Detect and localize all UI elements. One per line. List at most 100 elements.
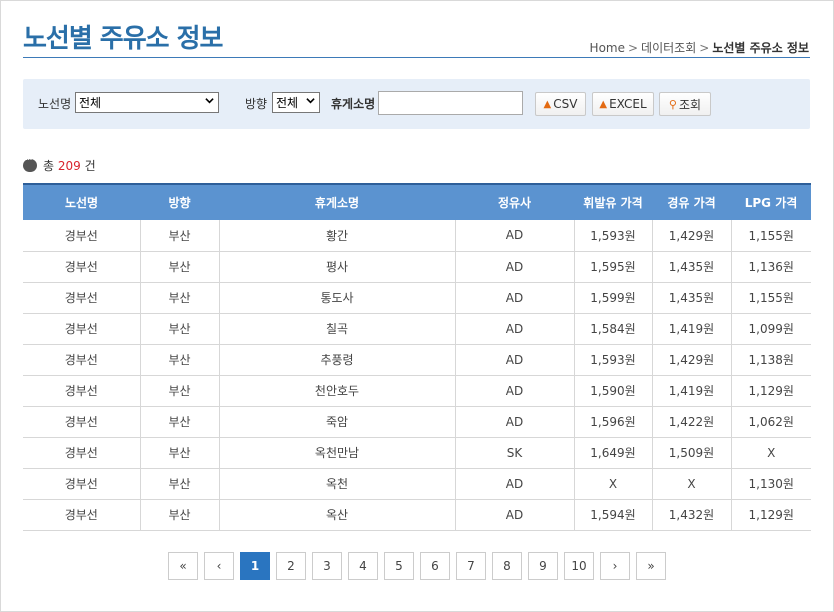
chevron-right-icon: > [699, 41, 710, 55]
column-header: 노선명 [23, 183, 140, 220]
table-cell: 1,429원 [652, 220, 732, 252]
page-button-3[interactable]: 3 [312, 552, 342, 580]
table-cell: 황간 [219, 220, 456, 252]
table-cell: AD [455, 499, 575, 531]
page-button-7[interactable]: 7 [456, 552, 486, 580]
table-cell: 1,593원 [574, 220, 653, 252]
last-page-button[interactable]: » [636, 552, 666, 580]
table-cell: 부산 [140, 437, 220, 469]
search-button[interactable]: ⚲ 조회 [659, 92, 711, 116]
table-cell: 1,062원 [731, 406, 811, 438]
breadcrumb-home[interactable]: Home [590, 41, 625, 55]
table-cell: 옥천 [219, 468, 456, 500]
page-button-8[interactable]: 8 [492, 552, 522, 580]
table-cell: 천안호두 [219, 375, 456, 407]
column-header: LPG 가격 [731, 183, 811, 220]
table-cell: 부산 [140, 220, 220, 252]
table-row: 경부선 부산 천안호두 AD 1,590원 1,419원 1,129원 [23, 375, 811, 407]
table-cell: 1,422원 [652, 406, 732, 438]
table-cell: 부산 [140, 251, 220, 283]
table-cell: 1,584원 [574, 313, 653, 345]
page-button-1[interactable]: 1 [240, 552, 270, 580]
gas-station-table: 노선명 방향 휴게소명 정유사 휘발유 가격 경유 가격 LPG 가격 경부선 부산 황간 AD 1… [23, 183, 811, 531]
table-cell: 옥천만남 [219, 437, 456, 469]
table-cell: 경부선 [23, 499, 141, 531]
table-cell: SK [455, 437, 575, 469]
search-panel: 노선명 전체 방향 전체 휴게소명 ▲ CSV ▲ EXCEL ⚲ 조회 [23, 79, 810, 129]
table-cell: AD [455, 344, 575, 376]
column-header: 방향 [140, 183, 219, 220]
table-cell: 1,593원 [574, 344, 653, 376]
table-cell: 1,138원 [731, 344, 811, 376]
table-cell: 경부선 [23, 313, 141, 345]
direction-select[interactable]: 전체 [272, 92, 320, 113]
table-cell: AD [455, 251, 575, 283]
table-cell: 1,594원 [574, 499, 653, 531]
table-row: 경부선 부산 옥산 AD 1,594원 1,432원 1,129원 [23, 499, 811, 531]
table-cell: 부산 [140, 406, 220, 438]
table-cell: X [574, 468, 653, 500]
table-cell: 1,590원 [574, 375, 653, 407]
page-button-4[interactable]: 4 [348, 552, 378, 580]
table-cell: AD [455, 468, 575, 500]
table-row: 경부선 부산 평사 AD 1,595원 1,435원 1,136원 [23, 251, 811, 283]
table-cell: 1,155원 [731, 282, 811, 314]
table-body: 경부선 부산 황간 AD 1,593원 1,429원 1,155원 경부선 부산 평사 AD 1,59… [23, 220, 811, 531]
page-button-2[interactable]: 2 [276, 552, 306, 580]
table-cell: 1,136원 [731, 251, 811, 283]
table-cell: 1,419원 [652, 375, 732, 407]
next-page-button[interactable]: › [600, 552, 630, 580]
breadcrumb-data-query[interactable]: 데이터조회 [641, 41, 696, 55]
table-row: 경부선 부산 죽암 AD 1,596원 1,422원 1,062원 [23, 406, 811, 438]
page-button-5[interactable]: 5 [384, 552, 414, 580]
direction-label: 방향 [245, 97, 268, 111]
table-cell: 부산 [140, 375, 220, 407]
table-cell: 1,429원 [652, 344, 732, 376]
column-header: 정유사 [455, 183, 574, 220]
table-row: 경부선 부산 칠곡 AD 1,584원 1,419원 1,099원 [23, 313, 811, 345]
table-cell: 1,509원 [652, 437, 732, 469]
total-count: 209 [57, 159, 81, 173]
table-cell: AD [455, 313, 575, 345]
excel-button-label: EXCEL [609, 97, 647, 111]
column-header: 휴게소명 [219, 183, 455, 220]
table-row: 경부선 부산 옥천만남 SK 1,649원 1,509원 X [23, 437, 811, 469]
route-select-value: 전체 [79, 96, 102, 110]
table-cell: 경부선 [23, 282, 141, 314]
route-label: 노선명 [38, 97, 72, 111]
page-button-10[interactable]: 10 [564, 552, 594, 580]
table-cell: 경부선 [23, 437, 141, 469]
breadcrumb-current: 노선별 주유소 정보 [712, 41, 809, 55]
table-cell: 부산 [140, 313, 220, 345]
table-row: 경부선 부산 황간 AD 1,593원 1,429원 1,155원 [23, 220, 811, 252]
table-cell: 경부선 [23, 251, 141, 283]
table-cell: AD [455, 375, 575, 407]
prev-page-button[interactable]: ‹ [204, 552, 234, 580]
excel-download-button[interactable]: ▲ EXCEL [592, 92, 654, 116]
table-row: 경부선 부산 추풍령 AD 1,593원 1,429원 1,138원 [23, 344, 811, 376]
table-cell: 경부선 [23, 344, 141, 376]
table-cell: AD [455, 220, 575, 252]
csv-download-button[interactable]: ▲ CSV [535, 92, 586, 116]
first-page-button[interactable]: « [168, 552, 198, 580]
table-cell: 1,596원 [574, 406, 653, 438]
table-cell: 부산 [140, 344, 220, 376]
table-cell: 통도사 [219, 282, 456, 314]
direction-select-value: 전체 [276, 96, 299, 110]
pagination: «‹ 1 2 3 4 5 6 7 8 9 10 ›» [0, 552, 834, 580]
page-button-9[interactable]: 9 [528, 552, 558, 580]
table-cell: 1,595원 [574, 251, 653, 283]
title-divider [23, 57, 810, 58]
rest-area-input[interactable] [378, 91, 523, 115]
total-prefix: 총 [43, 159, 55, 173]
download-icon: ▲ [543, 98, 552, 110]
csv-button-label: CSV [553, 97, 578, 111]
table-cell: 1,435원 [652, 282, 732, 314]
route-select[interactable]: 전체 [75, 92, 219, 113]
breadcrumb: Home > 데이터조회 > 노선별 주유소 정보 [590, 39, 809, 56]
total-suffix: 건 [84, 159, 96, 173]
page-button-6[interactable]: 6 [420, 552, 450, 580]
rest-area-label: 휴게소명 [331, 97, 376, 111]
table-cell: AD [455, 406, 575, 438]
table-cell: 1,599원 [574, 282, 653, 314]
